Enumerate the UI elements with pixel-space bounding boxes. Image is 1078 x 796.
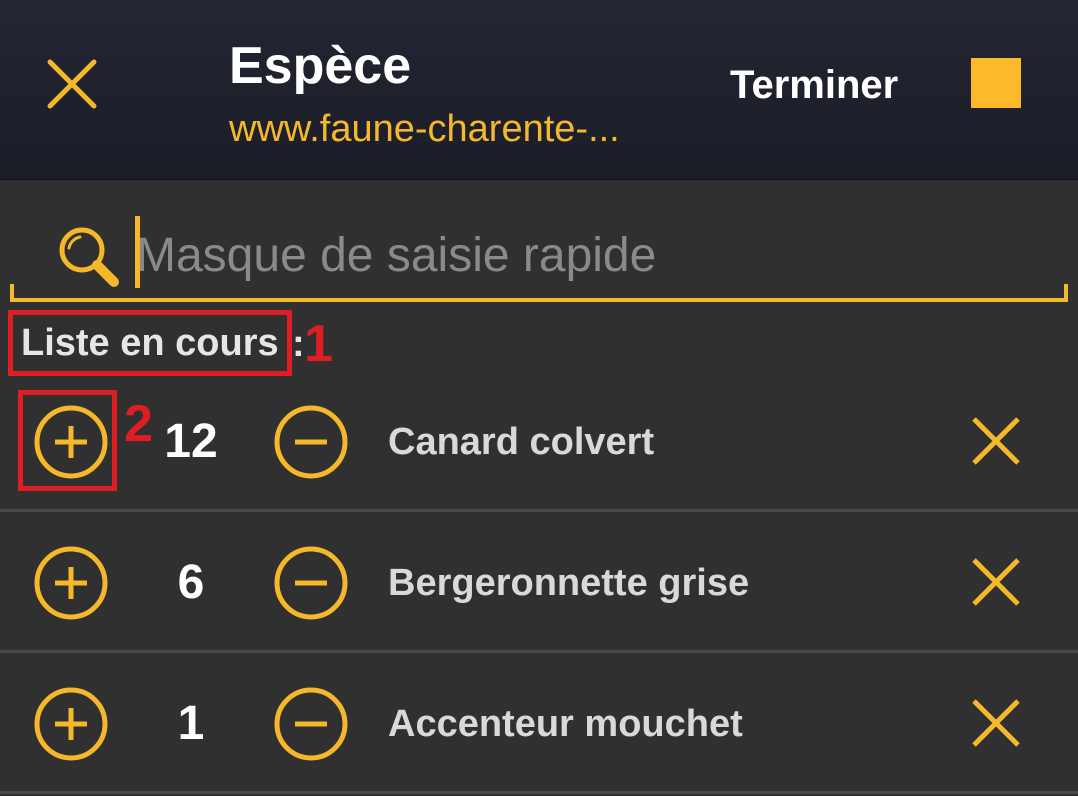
stop-square-button[interactable] [971,58,1021,108]
minus-circle-icon [274,405,348,479]
plus-circle-icon [34,687,108,761]
page-title: Espèce [229,37,412,95]
annotation-marker-2: 2 [124,395,153,453]
plus-circle-icon [34,405,108,479]
search-input[interactable] [136,220,1036,290]
decrement-button[interactable] [273,404,349,480]
decrement-button[interactable] [273,545,349,621]
site-url: www.faune-charente-... [229,108,620,150]
species-count: 12 [164,415,218,468]
plus-circle-icon [34,546,108,620]
increment-button[interactable] [33,686,109,762]
close-icon [972,417,1020,465]
close-icon [972,558,1020,606]
increment-button[interactable] [33,404,109,480]
species-name: Accenteur mouchet [388,703,743,745]
search-icon [54,222,124,292]
list-item: 12 Canard colvert [0,371,1078,512]
species-name: Bergeronnette grise [388,562,750,604]
close-icon [47,59,97,109]
species-name: Canard colvert [388,421,655,463]
increment-button[interactable] [33,545,109,621]
finish-button[interactable]: Terminer [730,62,898,108]
list-item: 1 Accenteur mouchet [0,653,1078,794]
species-count: 6 [177,556,205,609]
remove-species-button[interactable] [966,693,1026,753]
annotation-marker-1: 1 [304,315,333,373]
app-header: Espèce www.faune-charente-... Terminer [0,0,1078,180]
current-list-separator: : [292,323,305,365]
remove-species-button[interactable] [966,552,1026,612]
minus-circle-icon [274,546,348,620]
decrement-button[interactable] [273,686,349,762]
species-count: 1 [177,697,205,750]
remove-species-button[interactable] [966,411,1026,471]
close-button[interactable] [40,52,104,116]
close-icon [972,699,1020,747]
current-list-label: Liste en cours [8,310,292,376]
minus-circle-icon [274,687,348,761]
list-item: 6 Bergeronnette grise [0,512,1078,653]
quick-entry-search [8,210,1070,302]
